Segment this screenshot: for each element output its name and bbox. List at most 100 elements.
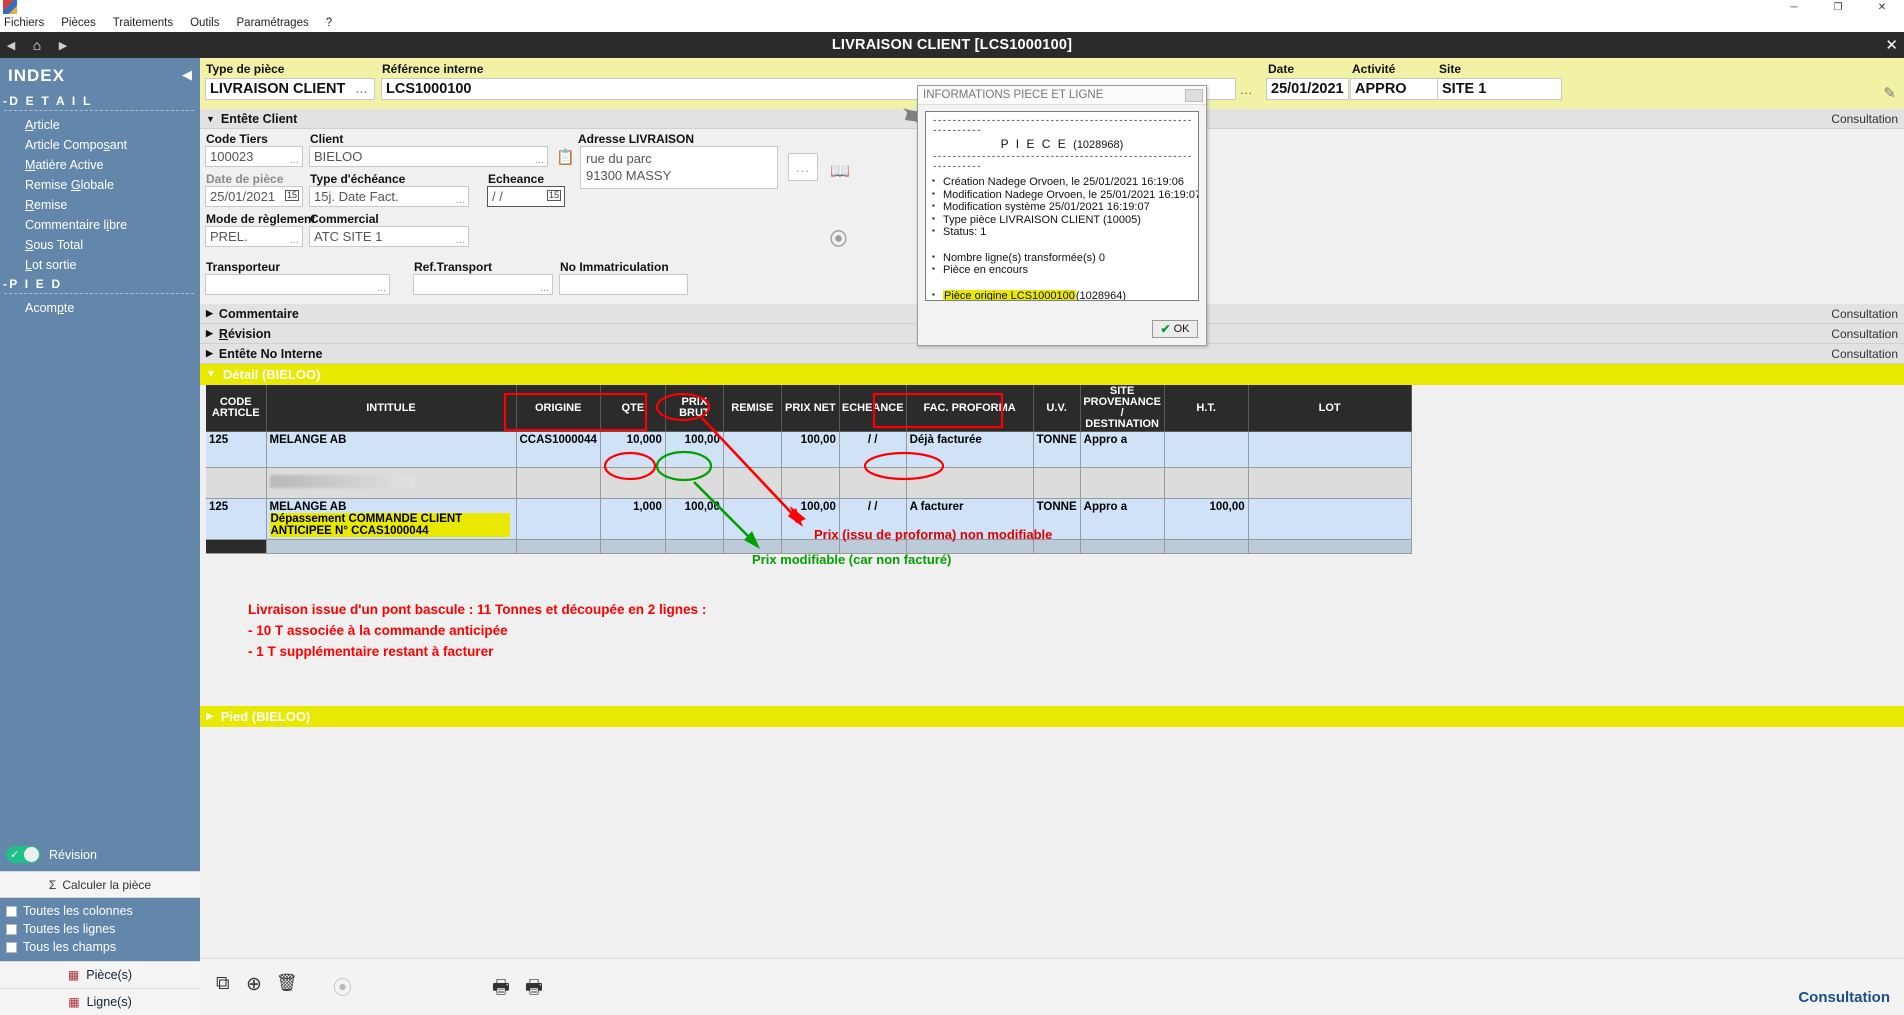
activite-input[interactable]: APPRO bbox=[1350, 78, 1438, 100]
col-echeance[interactable]: ECHEANCE bbox=[839, 385, 906, 432]
commercial-input[interactable]: ATC SITE 1 ... bbox=[309, 226, 469, 247]
cell-fac-proforma[interactable]: A facturer bbox=[906, 499, 1033, 540]
cell-echeance[interactable]: / / bbox=[839, 499, 906, 540]
cell-blank-intitule[interactable] bbox=[266, 468, 516, 499]
cell-blank-site[interactable] bbox=[1080, 468, 1164, 499]
add-icon[interactable]: ⊕ bbox=[246, 973, 262, 996]
dialog-ok-button[interactable]: ✔ OK bbox=[1152, 320, 1198, 338]
col-qte[interactable]: QTE bbox=[600, 385, 665, 432]
checkbox-toutes-les-lignes[interactable]: Toutes les lignes bbox=[6, 920, 200, 938]
col-remise[interactable]: REMISE bbox=[723, 385, 781, 432]
revision-toggle-row[interactable]: ✓ Révision bbox=[0, 840, 200, 871]
menu-item-help[interactable]: ? bbox=[326, 17, 332, 29]
revision-toggle[interactable]: ✓ bbox=[6, 846, 40, 863]
mode-reglement-input[interactable]: PREL. ... bbox=[205, 226, 303, 247]
checkbox-box[interactable] bbox=[6, 942, 17, 953]
type-piece-ellipsis[interactable]: ... bbox=[356, 84, 368, 96]
immatriculation-input[interactable] bbox=[559, 274, 688, 295]
cell-qte[interactable]: 10,000 bbox=[600, 432, 665, 468]
cell-prix-brut[interactable]: 100,00 bbox=[665, 499, 723, 540]
code-tiers-ellipsis[interactable]: ... bbox=[290, 154, 299, 166]
cell-echeance[interactable]: / / bbox=[839, 432, 906, 468]
calendar-icon[interactable]: 15 bbox=[285, 190, 299, 201]
type-echeance-ellipsis[interactable]: ... bbox=[456, 194, 465, 206]
echeance-input[interactable]: / / 15 bbox=[487, 186, 565, 207]
menu-item-fichiers[interactable]: Fichiers bbox=[4, 17, 44, 29]
cell-code-article[interactable]: 125 bbox=[206, 499, 266, 540]
type-piece-input[interactable]: LIVRAISON CLIENT ... bbox=[205, 78, 375, 100]
table-row[interactable]: 125 MELANGE AB Dépassement COMMANDE CLIE… bbox=[206, 499, 1411, 540]
cell-blank-origine[interactable] bbox=[516, 468, 600, 499]
sidebar-item-remise[interactable]: Remise bbox=[0, 195, 200, 215]
sidebar-item-lot-sortie[interactable]: Lot sortie bbox=[0, 255, 200, 275]
checkbox-box[interactable] bbox=[6, 924, 17, 935]
cell-site[interactable]: Appro a bbox=[1080, 432, 1164, 468]
pencil-icon[interactable]: ✎ bbox=[1883, 84, 1896, 102]
print-icon[interactable]: 🖶 bbox=[492, 973, 510, 1005]
sidebar-item-acompte[interactable]: Acompte bbox=[0, 298, 200, 318]
cell-blank-qte[interactable] bbox=[600, 468, 665, 499]
col-code-article[interactable]: CODEARTICLE bbox=[206, 385, 266, 432]
adresse-livraison-box[interactable]: rue du parc 91300 MASSY bbox=[580, 146, 778, 189]
cell-ht[interactable]: 100,00 bbox=[1164, 499, 1248, 540]
col-origine[interactable]: ORIGINE bbox=[516, 385, 600, 432]
copy-icon[interactable]: ⧉ bbox=[216, 973, 230, 995]
cell-blank-prix-brut[interactable] bbox=[665, 468, 723, 499]
print-preview-icon[interactable]: 🖶 bbox=[525, 973, 543, 1005]
col-intitule[interactable]: INTITULE bbox=[266, 385, 516, 432]
cell-code-article[interactable]: 125 bbox=[206, 432, 266, 468]
cell-remise[interactable] bbox=[723, 499, 781, 540]
table-row-blurred[interactable] bbox=[206, 468, 1411, 499]
section-detail-bar[interactable]: ▼ Détail (BIELOO) bbox=[200, 364, 1904, 385]
cell-origine[interactable]: CCAS1000044 bbox=[516, 432, 600, 468]
chevron-down-icon-detail[interactable]: ▼ bbox=[206, 369, 216, 380]
sidebar-item-matiere-active[interactable]: Matière Active bbox=[0, 155, 200, 175]
cell-intitule[interactable]: MELANGE AB bbox=[266, 432, 516, 468]
col-fac-proforma[interactable]: FAC. PROFORMA bbox=[906, 385, 1033, 432]
calculer-piece-button[interactable]: Σ Calculer la pièce bbox=[0, 871, 200, 898]
minimize-icon[interactable]: ─ bbox=[1772, 0, 1816, 14]
chevron-right-icon[interactable]: ▶ bbox=[206, 348, 213, 359]
cell-origine[interactable] bbox=[516, 499, 600, 540]
cell-uv[interactable]: TONNE bbox=[1033, 499, 1080, 540]
document-close-icon[interactable]: ✕ bbox=[1885, 36, 1898, 54]
col-site-provenance[interactable]: SITEPROVENANCE /DESTINATION bbox=[1080, 385, 1164, 432]
cell-prix-net[interactable]: 100,00 bbox=[781, 432, 839, 468]
cell-prix-net[interactable]: 100,00 bbox=[781, 499, 839, 540]
menu-item-parametrages[interactable]: Paramétrages bbox=[237, 17, 309, 29]
cell-qte[interactable]: 1,000 bbox=[600, 499, 665, 540]
cell-lot[interactable] bbox=[1248, 432, 1411, 468]
table-row[interactable]: 125 MELANGE AB CCAS1000044 10,000 100,00… bbox=[206, 432, 1411, 468]
header-ellipsis[interactable]: ... bbox=[1240, 83, 1253, 97]
col-prix-net[interactable]: PRIX NET bbox=[781, 385, 839, 432]
close-icon[interactable]: ✕ bbox=[1860, 0, 1904, 14]
menu-item-pieces[interactable]: Pièces bbox=[61, 17, 96, 29]
cell-intitule[interactable]: MELANGE AB Dépassement COMMANDE CLIENT A… bbox=[266, 499, 516, 540]
chevron-down-icon[interactable]: ▼ bbox=[206, 114, 215, 124]
cell-blank-remise[interactable] bbox=[723, 468, 781, 499]
ref-transport-input[interactable]: ... bbox=[413, 274, 553, 295]
cell-blank-fac[interactable] bbox=[906, 468, 1033, 499]
sidebar-item-article-composant[interactable]: Article Composant bbox=[0, 135, 200, 155]
col-uv[interactable]: U.V. bbox=[1033, 385, 1080, 432]
checkbox-box[interactable] bbox=[6, 906, 17, 917]
sidebar-item-sous-total[interactable]: Sous Total bbox=[0, 235, 200, 255]
sidebar-collapse-icon[interactable]: ◀ bbox=[182, 67, 192, 83]
cell-blank-echeance[interactable] bbox=[839, 468, 906, 499]
adresse-ellipsis-button[interactable]: ... bbox=[788, 153, 818, 181]
menu-item-traitements[interactable]: Traitements bbox=[113, 17, 173, 29]
type-echeance-input[interactable]: 15j. Date Fact. ... bbox=[309, 186, 469, 207]
col-ht[interactable]: H.T. bbox=[1164, 385, 1248, 432]
cell-blank-uv[interactable] bbox=[1033, 468, 1080, 499]
sidebar-item-remise-globale[interactable]: Remise Globale bbox=[0, 175, 200, 195]
cell-uv[interactable]: TONNE bbox=[1033, 432, 1080, 468]
dialog-title-bar[interactable]: INFORMATIONS PIECE ET LIGNE bbox=[918, 86, 1206, 105]
calendar-icon-echeance[interactable]: 15 bbox=[547, 190, 561, 201]
delete-icon[interactable]: 🗑 bbox=[276, 973, 298, 993]
section-entete-no-interne[interactable]: ▶ Entête No Interne Consultation bbox=[200, 344, 1904, 364]
cell-blank-lot[interactable] bbox=[1248, 468, 1411, 499]
cell-fac-proforma[interactable]: Déjà facturée bbox=[906, 432, 1033, 468]
cell-lot[interactable] bbox=[1248, 499, 1411, 540]
menu-item-outils[interactable]: Outils bbox=[190, 17, 219, 29]
sidebar-item-commentaire-libre[interactable]: Commentaire libre bbox=[0, 215, 200, 235]
